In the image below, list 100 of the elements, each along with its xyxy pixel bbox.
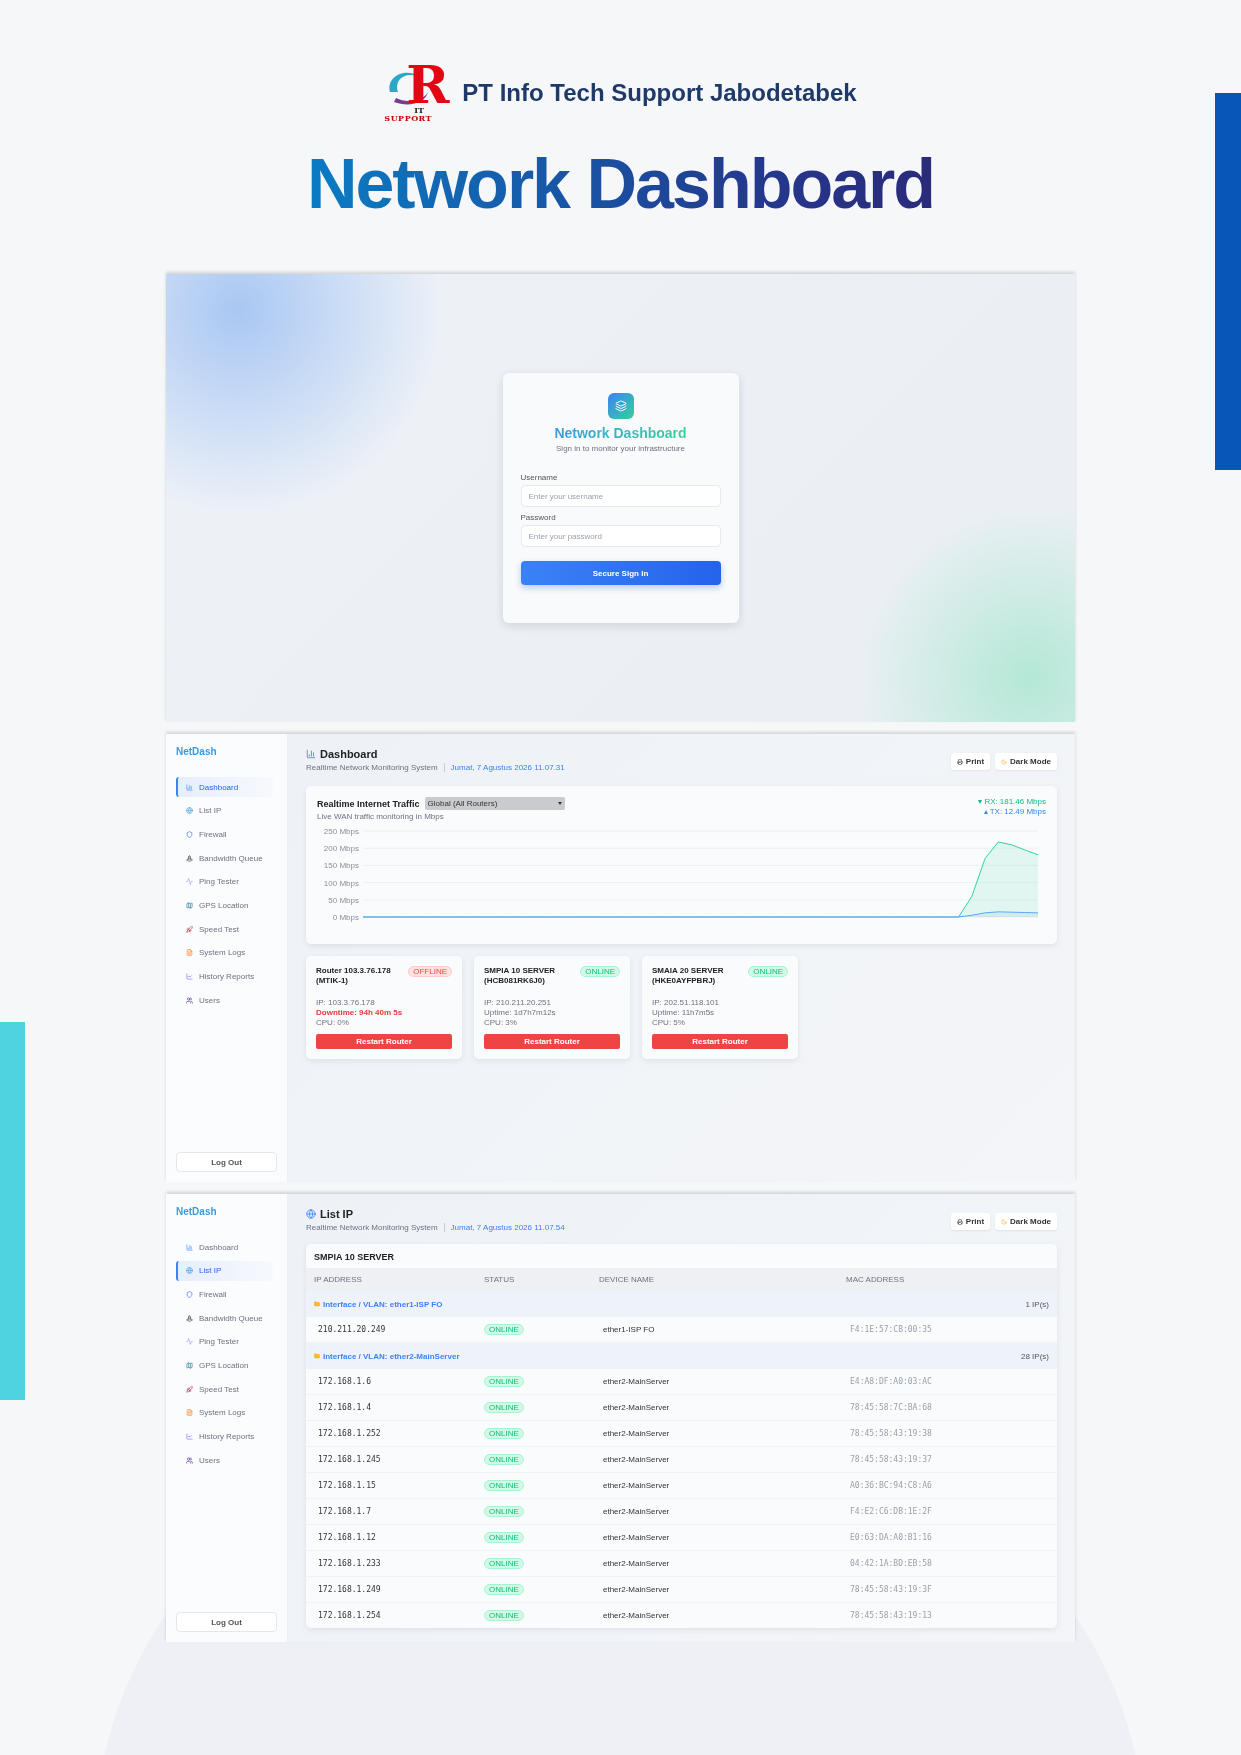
nav-item[interactable]: History Reports (176, 966, 273, 987)
nav-item[interactable]: Users (176, 1450, 273, 1471)
dark-mode-button[interactable]: Dark Mode (995, 1213, 1057, 1230)
nav-label: GPS Location (199, 900, 249, 910)
nav-label: Dashboard (199, 782, 239, 792)
page-title: Dashboard (320, 748, 378, 760)
router-detail: IP: 202.51.118.101 (652, 998, 721, 1008)
nav-item[interactable]: System Logs (176, 1402, 273, 1423)
table-cell-text: 78:45:58:43:19:37 (849, 1455, 933, 1464)
brand-name: NetDash (176, 1206, 218, 1217)
printer-icon (956, 758, 963, 765)
restart-button[interactable]: Restart Router (484, 1034, 620, 1049)
group-count: 1 IP(s) (1025, 1299, 1049, 1309)
nav-label: Ping Tester (199, 1337, 239, 1347)
nav-item[interactable]: History Reports (176, 1426, 273, 1447)
column-header: STATUS (483, 1275, 516, 1284)
status-badge: ONLINE (484, 1532, 524, 1543)
date-time: Jumat, 7 Agustus 2026 11.07.31 (443, 763, 565, 772)
table-cell-text: A0:36:BC:94:C8:A6 (849, 1481, 933, 1490)
layers-icon (607, 393, 634, 419)
table-cell-text: 210.211.20.249 (317, 1325, 387, 1334)
status-badge: ONLINE (484, 1402, 524, 1413)
nav-item[interactable]: GPS Location (176, 1355, 273, 1376)
table-cell-text: 78:45:58:43:19:3F (849, 1585, 933, 1594)
print-button[interactable]: Print (950, 1213, 991, 1230)
globe-icon (186, 1267, 193, 1275)
router-select[interactable]: Global (All Routers) (424, 797, 565, 810)
nav-label: Bandwidth Queue (199, 1313, 263, 1323)
table-cell-text: 172.168.1.252 (317, 1429, 382, 1438)
nav-item[interactable]: List IP (176, 1260, 273, 1281)
folder-icon (314, 1301, 320, 1307)
users-icon (186, 996, 193, 1004)
moon-icon (1001, 758, 1008, 765)
login-subtitle: Sign in to monitor your infrastructure (556, 444, 685, 453)
table-cell-text: 172.168.1.12 (317, 1533, 377, 1542)
globe-icon (306, 1209, 316, 1219)
nav-label: Ping Tester (199, 877, 239, 887)
nav-item[interactable]: Users (176, 990, 273, 1011)
dark-mode-button[interactable]: Dark Mode (995, 753, 1057, 770)
nav-item[interactable]: Dashboard (176, 1237, 273, 1257)
table-cell-text: 172.168.1.15 (317, 1481, 377, 1490)
nav-item[interactable]: Firewall (176, 824, 273, 845)
printer-icon (956, 1218, 963, 1225)
table-cell-text: ether2-MainServer (602, 1507, 671, 1516)
nav-label: GPS Location (199, 1360, 249, 1370)
print-button[interactable]: Print (950, 753, 991, 770)
nav-item[interactable]: Speed Test (176, 1379, 273, 1400)
nav-item[interactable]: Speed Test (176, 919, 273, 940)
input-field[interactable]: Enter your username (520, 485, 721, 507)
line-chart-icon (186, 1433, 193, 1440)
column-header: MAC ADDRESS (845, 1275, 906, 1284)
nav-item[interactable]: Bandwidth Queue (176, 848, 273, 869)
nav-item[interactable]: List IP (176, 800, 273, 821)
y-axis-label: 0 Mbps (332, 913, 359, 922)
table-cell-text: 172.168.1.254 (317, 1611, 382, 1620)
table-cell-text: 78:45:58:43:19:13 (849, 1611, 933, 1620)
table-cell-text: 172.168.1.245 (317, 1455, 382, 1464)
page-subtitle: Realtime Network Monitoring System (306, 1223, 438, 1232)
sign-in-button[interactable]: Secure Sign In (520, 561, 721, 585)
line-chart-icon (186, 973, 193, 980)
folder-icon (314, 1353, 320, 1359)
router-detail: CPU: 3% (484, 1018, 518, 1028)
nav-item[interactable]: GPS Location (176, 895, 273, 916)
nav-label: Firewall (199, 1289, 227, 1299)
restart-button[interactable]: Restart Router (652, 1034, 788, 1049)
table-cell-text: ether1-ISP FO (602, 1325, 656, 1334)
status-badge: OFFLINE (408, 966, 452, 977)
status-badge: ONLINE (580, 966, 620, 977)
card-title: Realtime Internet Traffic (317, 798, 420, 809)
column-header: IP ADDRESS (313, 1275, 363, 1284)
rocket-icon (186, 1385, 193, 1393)
nav-item[interactable]: Ping Tester (176, 871, 273, 892)
nav-item[interactable]: Bandwidth Queue (176, 1308, 273, 1329)
input-field[interactable]: Enter your password (520, 525, 721, 547)
nav-label: Users (199, 995, 220, 1005)
legend-reading: 12.49 Mbps (1004, 807, 1046, 816)
login-title: Network Dashboard (554, 425, 687, 441)
router-name: SMPIA 10 SERVER (HCB081RK6J0) (484, 966, 557, 986)
chevron-icon (557, 802, 562, 805)
table-cell-text: 172.168.1.6 (317, 1377, 372, 1386)
nav-label: Bandwidth Queue (199, 853, 263, 863)
table-cell-text: 78:45:58:43:19:38 (849, 1429, 933, 1438)
series-name: RX: (984, 797, 998, 806)
traffic-cone-icon (186, 1314, 193, 1322)
nav-item[interactable]: Dashboard (176, 777, 273, 797)
logout-button[interactable]: Log Out (176, 1152, 277, 1172)
table-cell-text: 172.168.1.7 (317, 1507, 372, 1516)
router-name: Router 103.3.76.178 (MTIK-1) (316, 966, 392, 986)
y-axis-label: 150 Mbps (323, 861, 359, 871)
restart-button[interactable]: Restart Router (316, 1034, 452, 1049)
table-cell-text: F4:1E:57:CB:00:35 (849, 1325, 933, 1334)
nav-item[interactable]: System Logs (176, 942, 273, 963)
nav-item[interactable]: Firewall (176, 1284, 273, 1305)
rocket-icon (186, 925, 193, 933)
nav-item[interactable]: Ping Tester (176, 1331, 273, 1352)
nav-label: System Logs (199, 1408, 246, 1418)
page-subtitle: Realtime Network Monitoring System (306, 763, 438, 772)
logout-button[interactable]: Log Out (176, 1612, 277, 1632)
status-badge: ONLINE (748, 966, 788, 977)
nav-label: Firewall (199, 829, 227, 839)
